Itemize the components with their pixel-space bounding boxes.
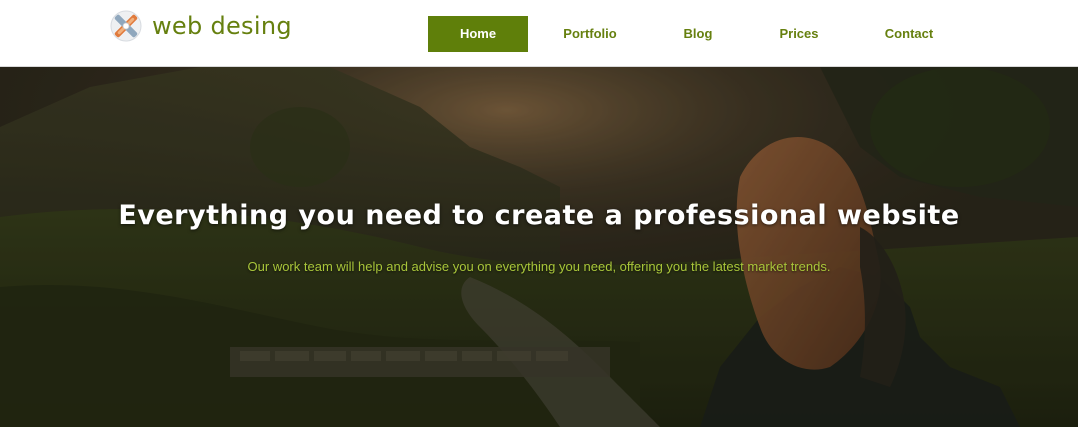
cross-tools-logo-icon [110,10,142,42]
nav-prices[interactable]: Prices [749,16,849,52]
hero-subtitle: Our work team will help and advise you o… [247,259,831,274]
hero-overlay [0,67,1078,427]
nav-portfolio[interactable]: Portfolio [540,16,640,52]
hero-title: Everything you need to create a professi… [118,200,960,231]
hero-banner: Everything you need to create a professi… [0,67,1078,427]
nav-blog[interactable]: Blog [648,16,748,52]
brand-name: web desing [152,12,292,40]
brand-logo[interactable]: web desing [110,10,292,42]
nav-contact[interactable]: Contact [859,16,959,52]
site-header: web desing Home Portfolio Blog Prices Co… [0,0,1078,67]
nav-home[interactable]: Home [428,16,528,52]
